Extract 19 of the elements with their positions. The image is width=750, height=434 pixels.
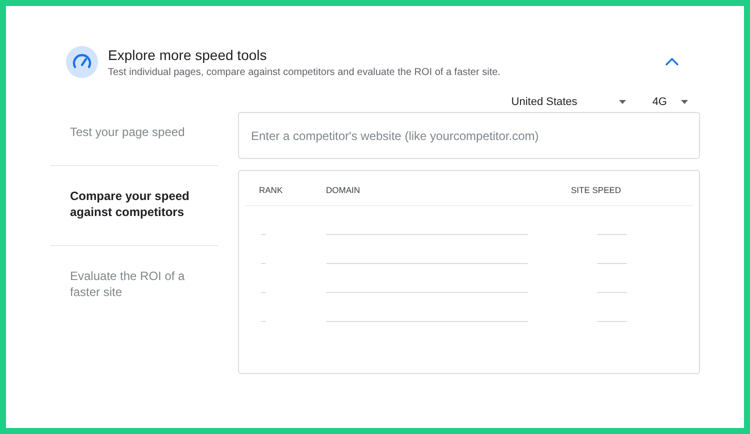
collapse-chevron-icon[interactable]	[664, 57, 680, 67]
section-title: Explore more speed tools	[108, 46, 268, 62]
column-header: SITE SPEED	[571, 185, 622, 195]
placeholder-line	[597, 321, 627, 322]
column-header: DOMAIN	[326, 185, 361, 195]
competitor-url-field[interactable]: Enter a competitor's website (like yourcompetitor.com)	[238, 112, 700, 159]
network-dropdown[interactable]: 4G	[652, 96, 688, 108]
section-subtitle: Test individual pages, compare against competitors and evaluate the ROI of a faster site.	[108, 66, 502, 78]
placeholder-line	[597, 263, 627, 264]
tool-menu-item[interactable]: Test your page speed	[50, 124, 218, 140]
placeholder-line	[597, 234, 627, 235]
tool-menu-item[interactable]: Compare your speed against competitors	[50, 188, 218, 220]
country-dropdown[interactable]: United States	[511, 96, 626, 108]
column-header: RANK	[259, 185, 284, 195]
dropdown-caret-icon	[619, 100, 626, 104]
dropdown-caret-icon	[681, 100, 688, 104]
placeholder-line	[597, 292, 627, 293]
speed-gauge-icon	[66, 46, 98, 78]
tool-menu-item[interactable]: Evaluate the ROI of a faster site	[50, 268, 218, 300]
